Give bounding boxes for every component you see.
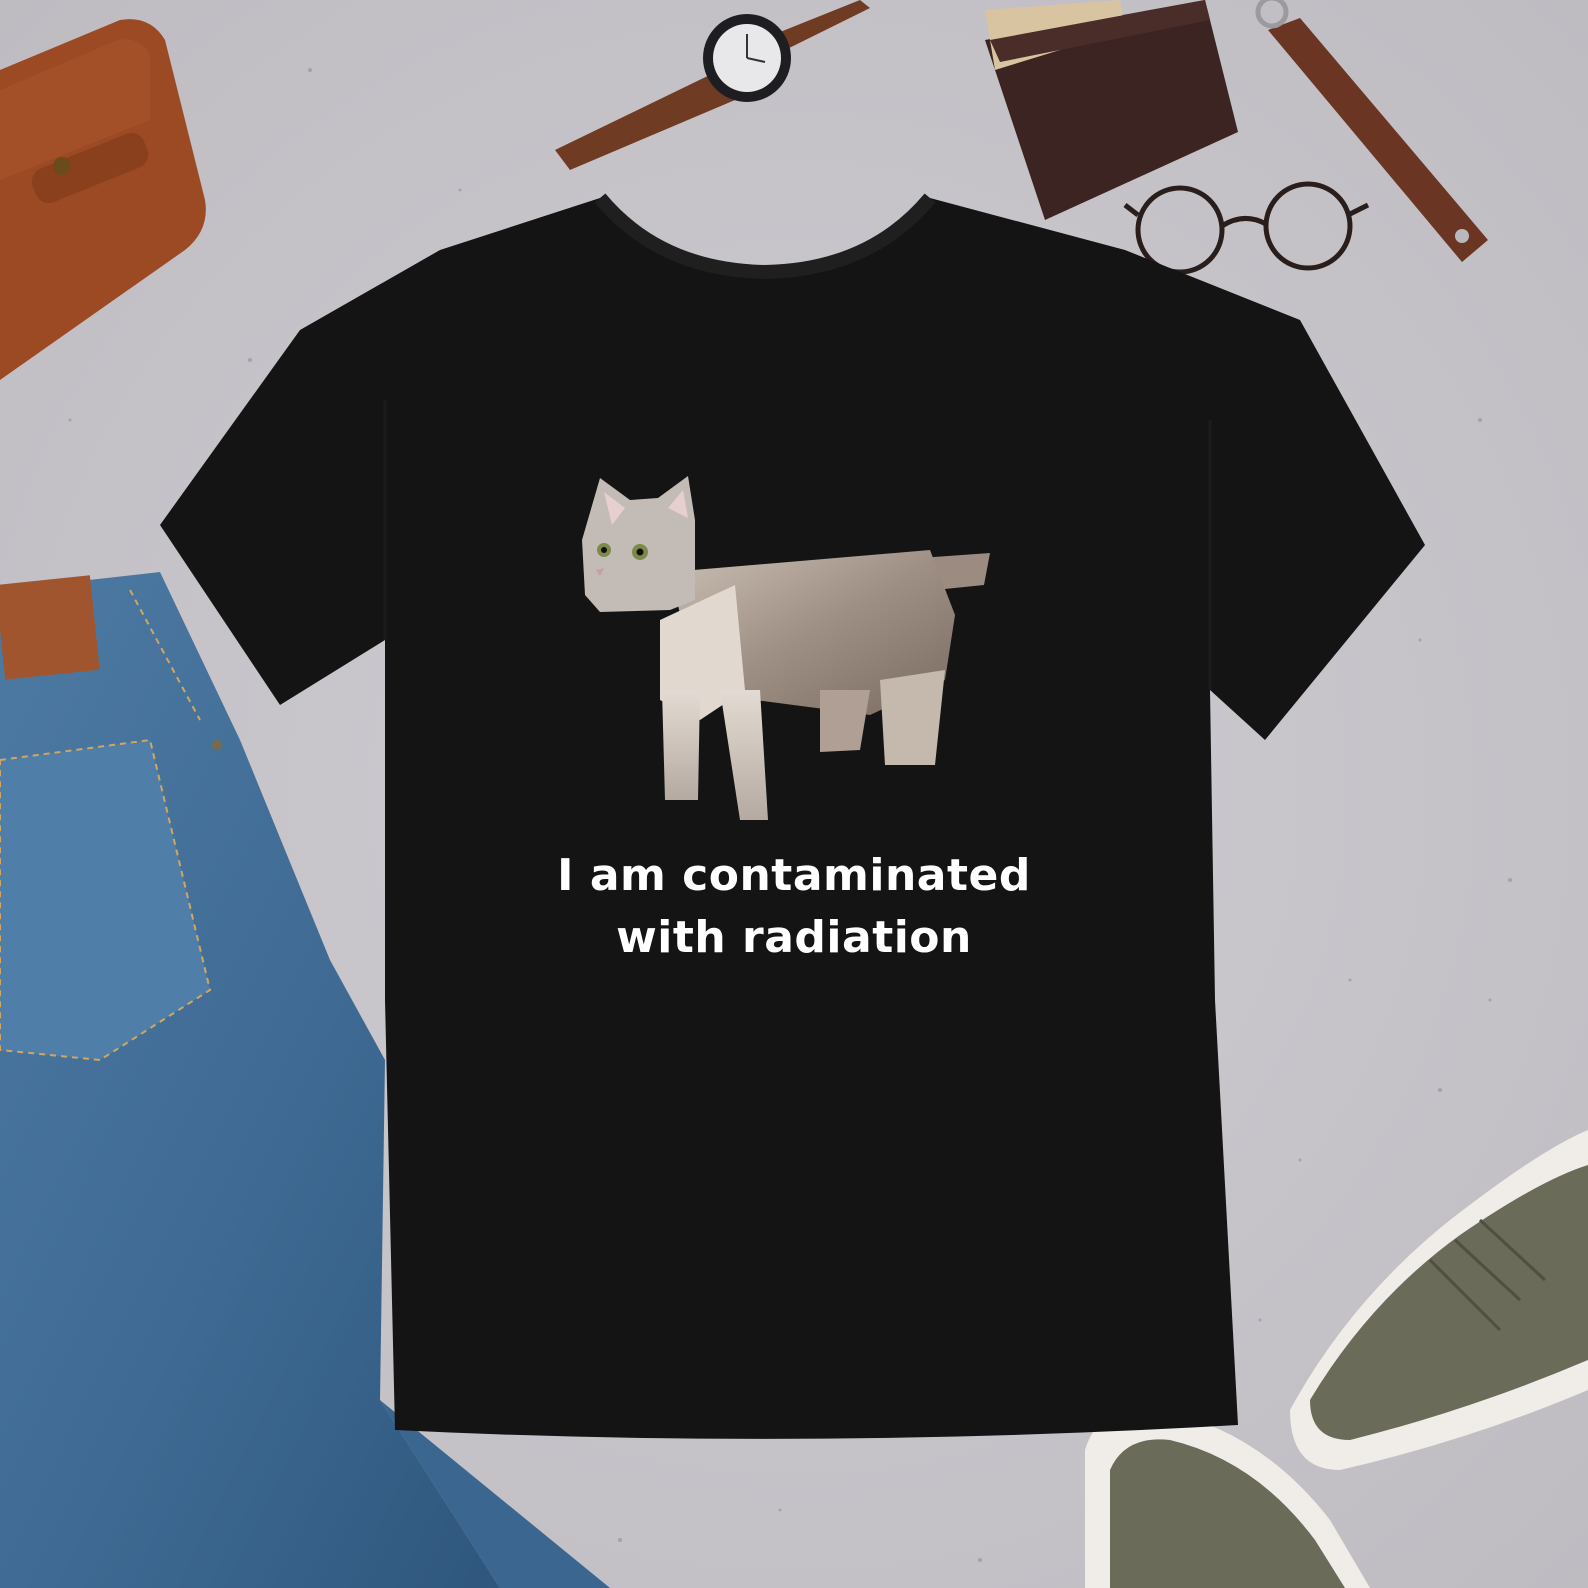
photo-illustration: [0, 0, 1588, 1588]
shirt-print-text-line-2: with radiation: [616, 912, 972, 963]
jeans-leather-patch: [0, 575, 100, 680]
cat-front-leg: [662, 690, 700, 800]
product-photo: I am contaminated with radiation: [0, 0, 1588, 1588]
cat-back-leg: [880, 670, 945, 765]
snap-button-icon: [53, 157, 71, 175]
rivet-icon: [212, 740, 222, 750]
shirt-print-text-line-1: I am contaminated: [557, 850, 1031, 901]
